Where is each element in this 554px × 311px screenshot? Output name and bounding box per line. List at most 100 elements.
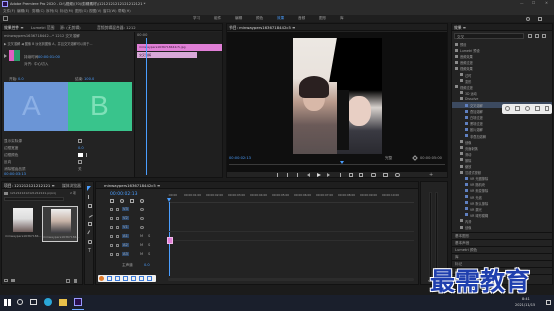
start-value[interactable]: 0.0 [18,77,24,81]
alignment-select[interactable]: 中心切入 [34,62,48,67]
eye-icon[interactable] [140,217,144,220]
hand-icon[interactable] [88,240,92,244]
menu-item[interactable]: 图形(G) [75,9,88,14]
eyedropper-icon[interactable] [86,153,89,157]
play-icon[interactable] [317,173,321,177]
timeline-ruler[interactable]: :00:00 00:00:01:00 00:00:02:00 00:00:03:… [168,191,414,203]
compare-icon[interactable] [383,173,388,177]
go-to-in-icon[interactable] [297,173,301,177]
yuv-effects-icon[interactable] [542,34,546,38]
toolbar-edit-icon[interactable] [131,276,136,281]
workspace-tab[interactable]: 库 [340,16,344,21]
play-transition-icon[interactable] [4,54,7,58]
popup-cut-icon[interactable] [525,106,530,111]
timeline-clip[interactable] [167,237,173,244]
tab-effects[interactable]: 效果 ≡ [454,25,466,31]
lock-icon[interactable] [110,208,113,211]
menu-item[interactable]: 文件(F) [3,9,15,14]
fit-select[interactable]: 完整 [385,156,392,161]
selection-tool-icon[interactable] [87,186,91,191]
popup-more-icon[interactable] [535,106,540,111]
ec-footer-timecode[interactable]: 00:00:03:13 [4,172,26,176]
type-tool-icon[interactable]: T [88,248,91,254]
track-label[interactable]: A1 [122,234,129,238]
reverse-checkbox[interactable] [78,160,82,164]
toolbar-close-icon[interactable] [147,276,152,281]
step-back-icon[interactable] [307,173,310,177]
menu-item[interactable]: 窗口(W) [103,9,117,14]
workspace-tab[interactable]: 音频 [298,16,305,21]
tab-lumetri-scopes[interactable]: Lumetri 范围 [31,25,54,31]
end-value[interactable]: 100.0 [84,77,94,81]
sync-lock-icon[interactable] [116,208,119,211]
lock-icon[interactable] [110,235,113,238]
solo-button[interactable]: S [148,252,150,256]
popup-close-icon[interactable] [545,106,549,111]
eye-icon[interactable] [140,226,144,229]
tab-media-browser[interactable]: 媒体浏览器 [62,183,81,189]
eye-icon[interactable] [140,208,144,211]
mark-in-icon[interactable] [277,173,280,177]
show-source-checkbox[interactable] [78,139,82,143]
project-item[interactable]: minwaypers16367184... [5,206,41,242]
ec-clip-bar[interactable]: minwaypers1636718442c5.jpg [137,44,222,51]
tab-source[interactable]: 源: (无剪辑) [60,25,81,31]
section-essential-graphics[interactable]: 基本图形 [452,232,552,239]
timeline-timecode[interactable]: 00:00:02:13 [110,192,137,197]
section-lumetri-color[interactable]: Lumetri 颜色 [452,246,552,253]
ripple-edit-icon[interactable] [88,204,92,208]
task-view-icon[interactable] [30,299,37,305]
add-marker-icon[interactable] [130,199,134,203]
home-icon[interactable] [3,16,8,21]
master-value[interactable]: 0.0 [144,263,150,267]
add-button-icon[interactable]: + [429,172,433,178]
vr-icon[interactable] [395,173,400,177]
mark-out-icon[interactable] [285,173,288,177]
menu-item[interactable]: 标记(M) [60,9,73,14]
extract-icon[interactable] [359,173,363,177]
share-icon[interactable] [538,16,542,21]
lock-icon[interactable] [110,253,113,256]
toolbar-save-icon[interactable] [139,276,144,281]
workspace-tab[interactable]: 组件 [214,16,221,21]
close-button[interactable]: ✕ [545,1,548,5]
popup-paste-icon[interactable] [515,106,520,111]
slip-icon[interactable] [88,222,92,226]
solo-button[interactable]: S [148,234,150,238]
workspace-tab[interactable]: 颜色 [256,16,263,21]
search-taskbar-icon[interactable] [17,299,23,305]
lock-icon[interactable] [110,217,113,220]
section-essential-sound[interactable]: 基本声音 [452,239,552,246]
track-select-icon[interactable] [88,195,92,199]
track-label[interactable]: V3 [122,207,129,211]
border-width-value[interactable]: 0.0 [78,146,84,150]
step-forward-icon[interactable] [327,173,330,177]
settings-icon[interactable] [140,199,144,203]
track-label[interactable]: A3 [122,252,129,256]
mute-button[interactable]: M [140,252,143,256]
menu-item[interactable]: 视图(V) [89,9,101,14]
menu-item[interactable]: 帮助(H) [118,9,131,14]
track-label[interactable]: V1 [122,225,129,229]
windows-start-icon[interactable] [4,299,11,306]
export-frame-icon[interactable] [371,173,376,177]
program-scrubber[interactable] [229,164,445,165]
trash-icon[interactable] [74,279,77,283]
mute-button[interactable]: M [140,234,143,238]
sync-lock-icon[interactable] [116,253,119,256]
search-icon[interactable] [526,16,530,21]
effects-tree-item[interactable]: 划像 [452,224,552,230]
tab-program[interactable]: 节目: minwaypers1636718442c5 ≡ [229,25,295,31]
track-label[interactable]: V2 [122,216,129,220]
tab-project[interactable]: 项目: 121212121212121 ≡ [4,183,55,189]
popup-copy-icon[interactable] [505,106,510,111]
solo-button[interactable]: S [148,243,150,247]
toolbar-circle-icon[interactable] [99,276,104,281]
workspace-tab[interactable]: 学习 [193,16,200,21]
linked-selection-icon[interactable] [120,199,124,203]
border-color-swatch[interactable] [78,153,83,157]
snap-icon[interactable] [110,199,114,203]
razor-icon[interactable] [87,212,93,218]
timeline-scrollbar[interactable] [168,278,414,281]
pen-icon[interactable] [87,230,93,236]
